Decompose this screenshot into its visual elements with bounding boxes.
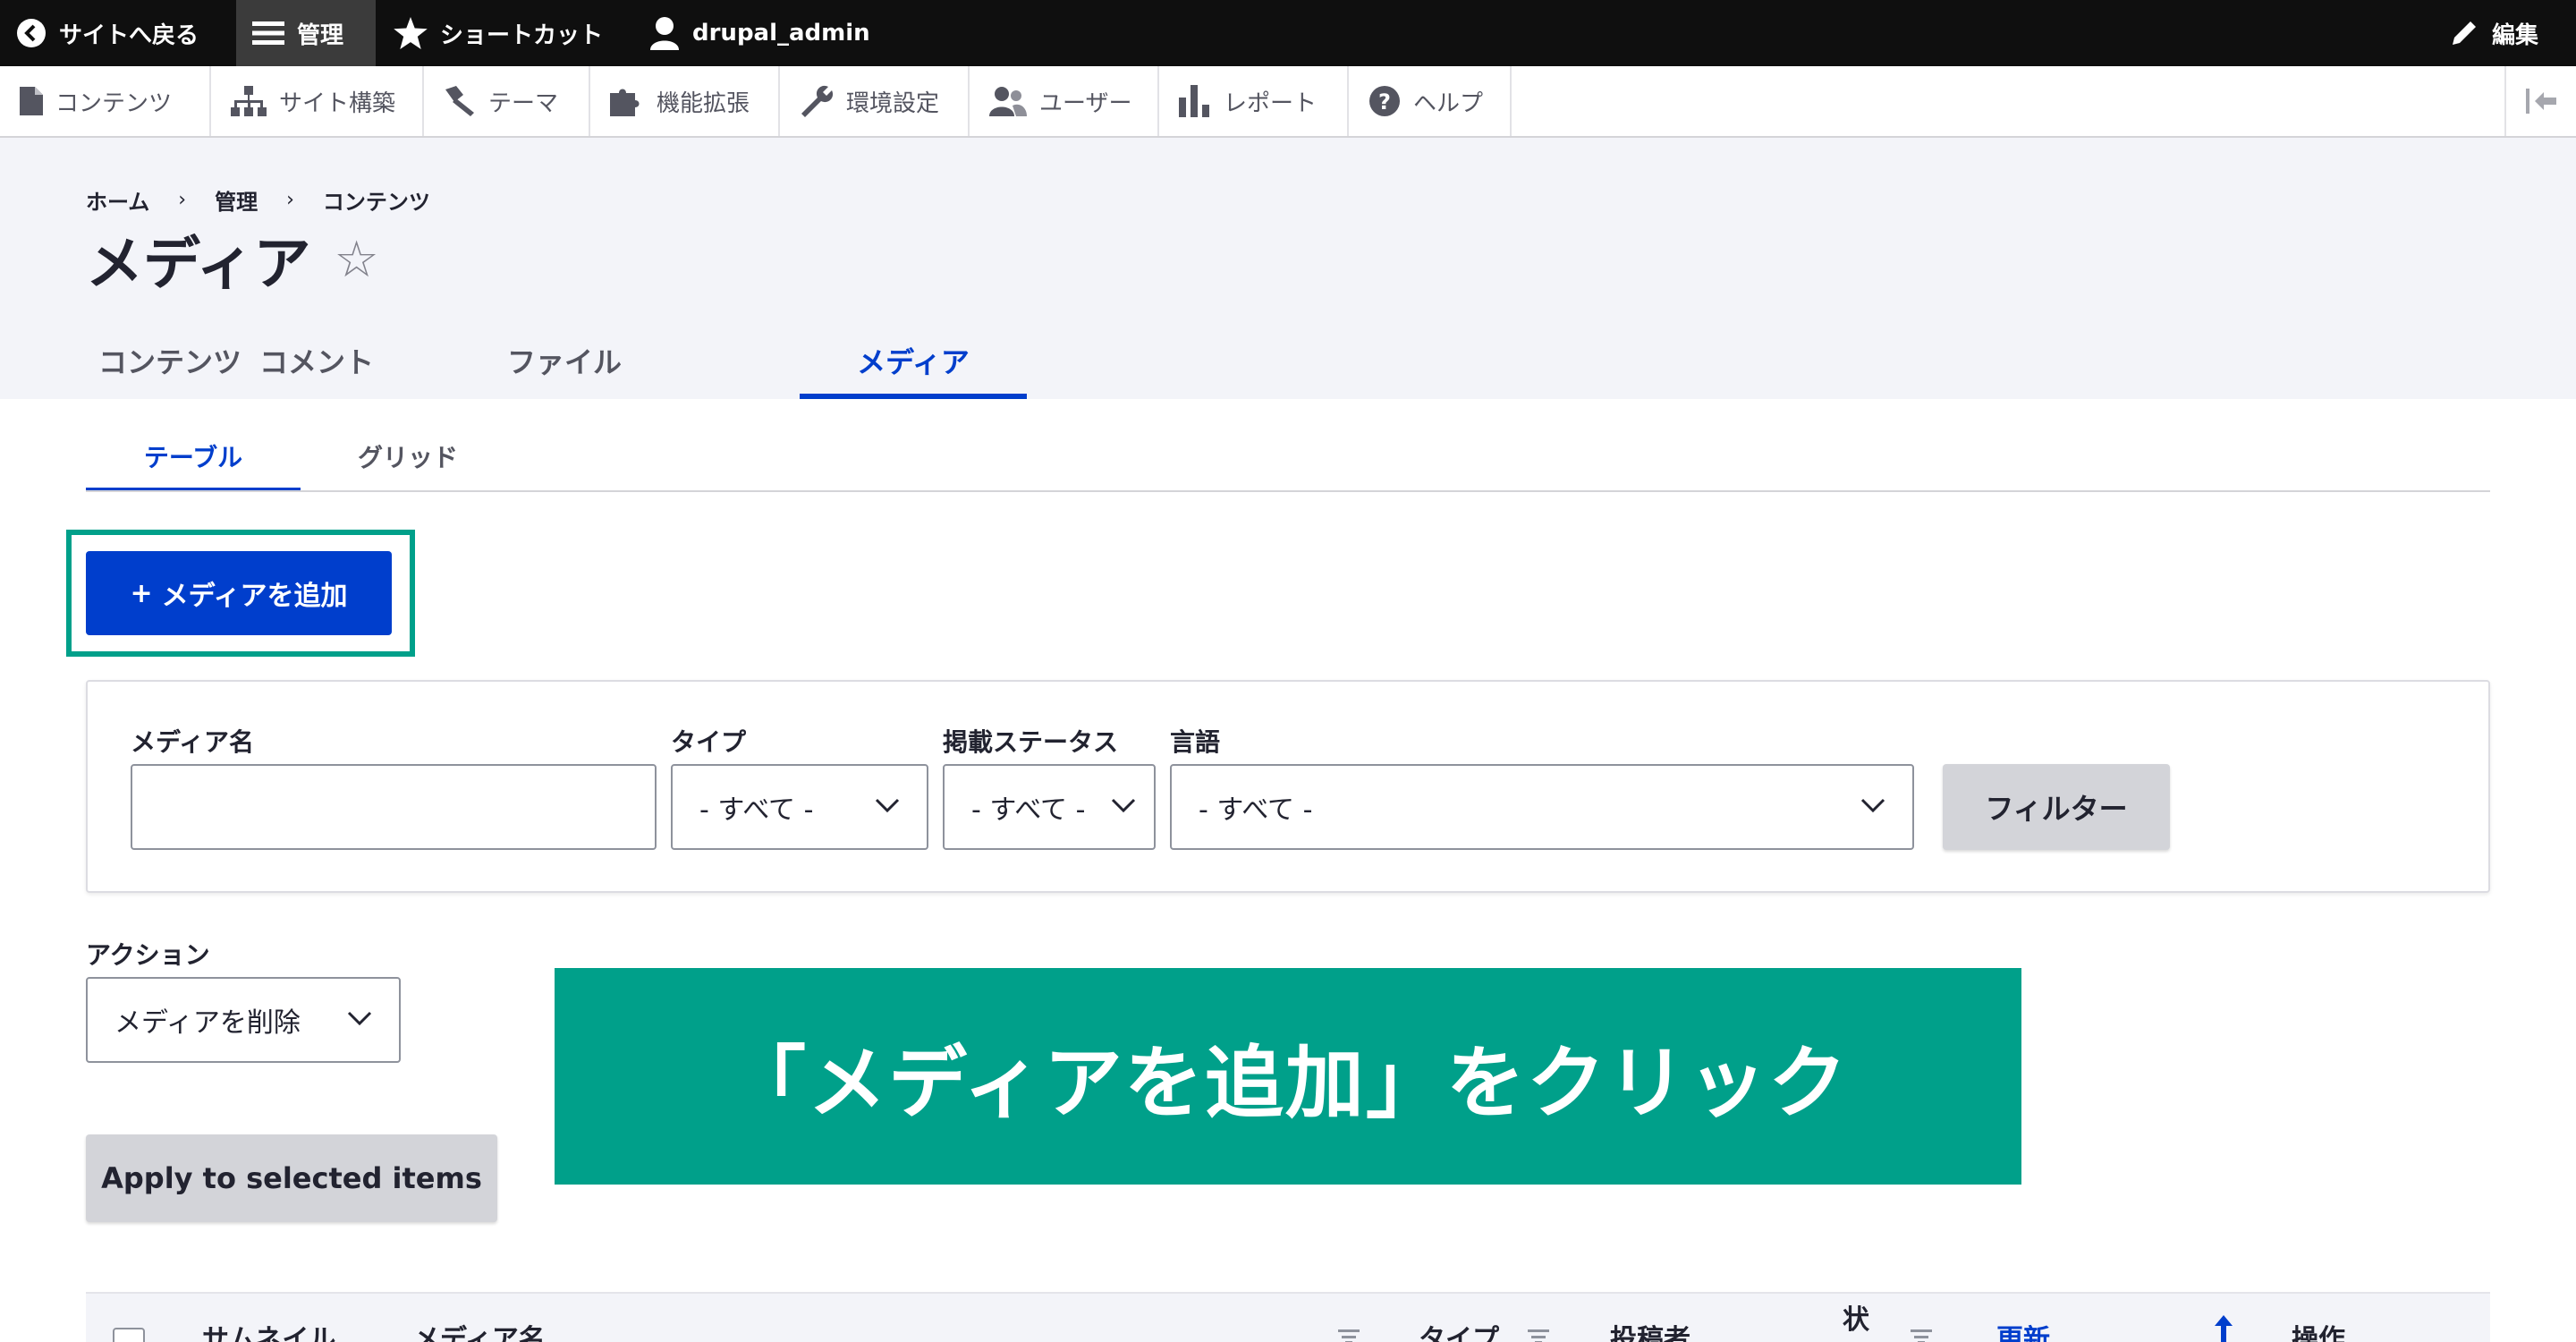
collapse-left-icon: [2526, 89, 2556, 114]
tray-item-reports[interactable]: レポート: [1159, 66, 1349, 136]
back-to-site-link[interactable]: サイトへ戻る: [16, 0, 199, 66]
column-status[interactable]: 状: [1843, 1297, 1869, 1337]
manage-tab[interactable]: 管理: [236, 0, 376, 66]
add-media-button[interactable]: + メディアを追加: [86, 551, 392, 635]
type-label: タイプ: [671, 727, 747, 757]
tabs-divider: [86, 490, 2490, 492]
edit-tab[interactable]: 編集: [2449, 0, 2538, 66]
help-icon: ?: [1369, 86, 1400, 116]
page-title-text: メディア: [86, 232, 311, 298]
sitemap-icon: [231, 86, 267, 116]
tray-item-label: 機能拡張: [657, 89, 750, 117]
breadcrumb-separator: ›: [286, 189, 294, 211]
manage-label: 管理: [297, 21, 344, 49]
people-icon: [989, 87, 1027, 116]
plus-icon: +: [130, 577, 153, 609]
chevron-down-icon: [1860, 798, 1885, 813]
column-operations: 操作: [2292, 1324, 2345, 1342]
paintbrush-icon: [445, 86, 474, 116]
tray-item-structure[interactable]: サイト構築: [211, 66, 424, 136]
status-label: 掲載ステータス: [943, 727, 1119, 757]
bar-chart-icon: [1179, 85, 1209, 117]
chevron-down-icon: [875, 798, 900, 813]
tray-item-label: ヘルプ: [1413, 89, 1484, 117]
chevron-down-icon: [1111, 798, 1136, 813]
tab-media[interactable]: メディア: [800, 322, 1027, 399]
instruction-banner: 「メディアを追加」をクリック: [555, 968, 2021, 1185]
status-select[interactable]: - すべて -: [943, 764, 1156, 850]
admin-toolbar: サイトへ戻る 管理 ショートカット drupal_admin 編集: [0, 0, 2576, 66]
tray-item-label: コンテンツ: [55, 89, 173, 117]
language-select-value: - すべて -: [1199, 794, 1313, 826]
file-icon: [20, 87, 43, 115]
shortcuts-label: ショートカット: [440, 21, 604, 49]
type-select-value: - すべて -: [699, 794, 814, 826]
user-tab[interactable]: drupal_admin: [649, 0, 870, 66]
sort-icon[interactable]: [1338, 1329, 1360, 1342]
pencil-icon: [2453, 21, 2476, 45]
shortcuts-tab[interactable]: ショートカット: [394, 0, 603, 66]
breadcrumb: ホーム › 管理 › コンテンツ: [86, 184, 430, 216]
breadcrumb-separator: ›: [178, 189, 187, 211]
tray-item-extend[interactable]: 機能拡張: [590, 66, 780, 136]
chevron-down-icon: [347, 1011, 372, 1026]
action-select[interactable]: メディアを削除: [86, 977, 401, 1063]
select-all-checkbox[interactable]: [113, 1328, 145, 1342]
status-select-value: - すべて -: [971, 794, 1086, 826]
tray-item-people[interactable]: ユーザー: [970, 66, 1159, 136]
user-label: drupal_admin: [692, 20, 870, 47]
tray-collapse-button[interactable]: [2504, 66, 2576, 136]
column-author: 投稿者: [1610, 1324, 1690, 1342]
table-header: サムネイル メディア名 タイプ 投稿者 状 更新 操作: [86, 1292, 2490, 1342]
media-name-label: メディア名: [131, 727, 255, 757]
action-select-value: メディアを削除: [114, 1007, 301, 1039]
tray-item-label: ユーザー: [1039, 89, 1132, 117]
column-thumbnail: サムネイル: [202, 1324, 336, 1342]
primary-tabs: コンテンツ コメント ファイル メディア: [86, 322, 1159, 399]
wrench-icon: [801, 85, 834, 117]
instruction-text: 「メディアを追加」をクリック: [727, 1036, 1849, 1129]
star-icon: [394, 17, 428, 49]
column-type[interactable]: タイプ: [1419, 1317, 1499, 1342]
breadcrumb-home[interactable]: ホーム: [86, 184, 149, 216]
tab-table[interactable]: テーブル: [86, 420, 301, 492]
admin-menu-tray: コンテンツ サイト構築 テーマ 機能拡張 環境設定 ユーザー レポート ? ヘル…: [0, 66, 2576, 138]
puzzle-icon: [610, 89, 640, 116]
arrow-left-circle-icon: [17, 19, 46, 47]
edit-label: 編集: [2492, 21, 2539, 49]
column-updated[interactable]: 更新: [1996, 1317, 2050, 1342]
add-media-label: メディアを追加: [161, 581, 348, 612]
shortcut-star-icon[interactable]: ☆: [335, 231, 379, 289]
tray-item-content[interactable]: コンテンツ: [0, 66, 211, 136]
tray-item-config[interactable]: 環境設定: [780, 66, 970, 136]
tray-item-label: サイト構築: [279, 89, 396, 117]
user-icon: [650, 17, 679, 50]
apply-to-selected-button[interactable]: Apply to selected items: [86, 1134, 497, 1222]
sort-ascending-icon[interactable]: [2213, 1315, 2234, 1342]
tab-comments[interactable]: コメント: [227, 322, 406, 399]
hamburger-icon: [252, 21, 284, 45]
filter-button[interactable]: フィルター: [1943, 764, 2170, 850]
svg-text:?: ?: [1378, 89, 1391, 115]
tray-item-label: テーマ: [488, 89, 559, 117]
language-label: 言語: [1170, 727, 1221, 757]
tab-files[interactable]: ファイル: [451, 322, 678, 399]
tab-grid[interactable]: グリッド: [301, 420, 515, 492]
back-to-site-label: サイトへ戻る: [59, 21, 199, 49]
action-label: アクション: [86, 940, 210, 970]
language-select[interactable]: - すべて -: [1170, 764, 1914, 850]
tray-item-label: レポート: [1224, 89, 1318, 117]
tray-item-appearance[interactable]: テーマ: [424, 66, 590, 136]
breadcrumb-content[interactable]: コンテンツ: [323, 184, 430, 216]
sort-icon[interactable]: [1911, 1329, 1932, 1342]
type-select[interactable]: - すべて -: [671, 764, 928, 850]
tray-item-label: 環境設定: [846, 89, 940, 117]
media-name-input[interactable]: [131, 764, 657, 850]
breadcrumb-admin[interactable]: 管理: [215, 184, 258, 216]
sort-icon[interactable]: [1528, 1329, 1549, 1342]
page-title: メディア ☆: [86, 218, 379, 301]
tray-item-help[interactable]: ? ヘルプ: [1349, 66, 1512, 136]
column-media-name[interactable]: メディア名: [413, 1317, 546, 1342]
